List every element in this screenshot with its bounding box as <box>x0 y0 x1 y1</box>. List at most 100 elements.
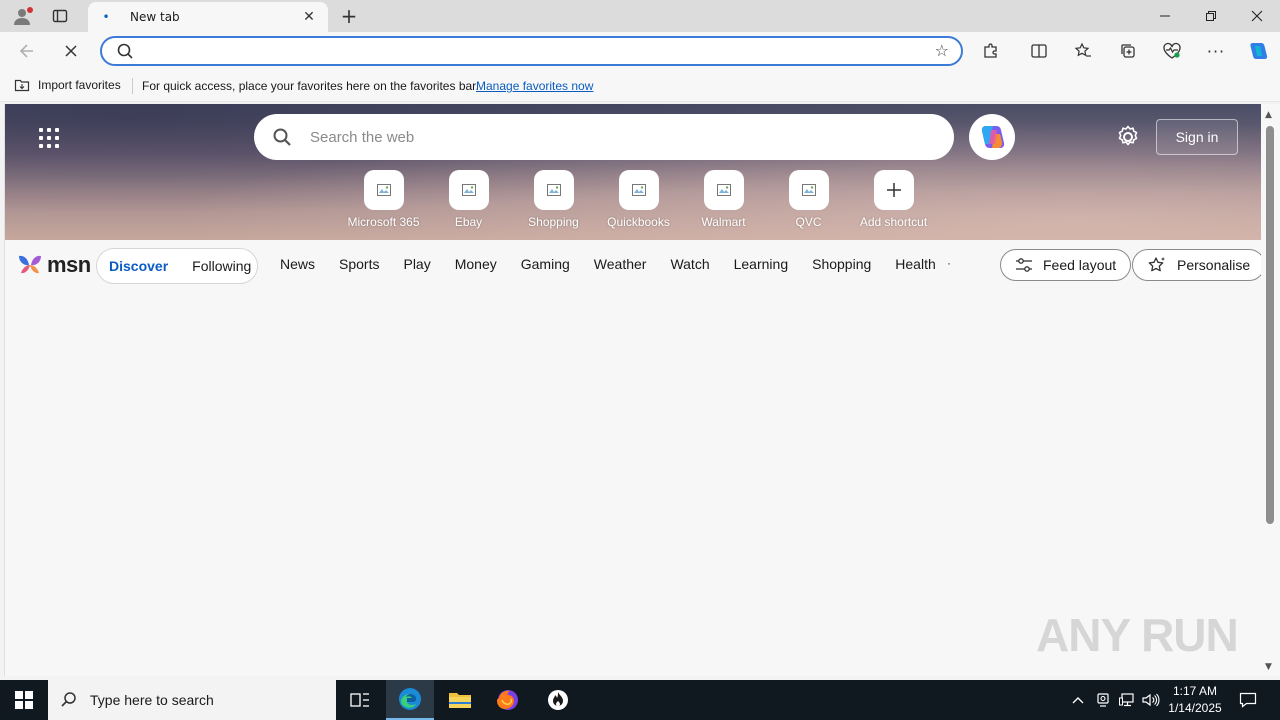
taskbar-clock[interactable]: 1:17 AM 1/14/2025 <box>1166 683 1224 717</box>
restore-button[interactable] <box>1188 0 1234 32</box>
back-arrow-icon <box>19 44 33 58</box>
manage-favorites-link[interactable]: Manage favorites now <box>476 79 593 93</box>
shortcut-ebay[interactable]: Ebay <box>426 170 511 229</box>
vertical-scrollbar[interactable]: ▲ ▼ <box>1261 104 1280 676</box>
extensions-button[interactable] <box>976 36 1006 66</box>
collections-button[interactable] <box>1113 36 1143 66</box>
new-tab-button[interactable]: + <box>336 4 362 28</box>
taskbar-file-explorer[interactable] <box>436 680 484 720</box>
address-input[interactable] <box>142 41 902 61</box>
add-shortcut-button[interactable]: Add shortcut <box>851 170 936 229</box>
nav-play[interactable]: Play <box>403 256 430 272</box>
nav-news[interactable]: News <box>280 256 315 272</box>
network-icon <box>1119 693 1134 707</box>
minimize-button[interactable] <box>1142 0 1188 32</box>
butterfly-icon <box>19 255 41 274</box>
task-view-button[interactable] <box>336 680 384 720</box>
settings-more-button[interactable]: ··· <box>1201 36 1231 66</box>
shortcut-label: Quickbooks <box>607 215 670 229</box>
nav-money[interactable]: Money <box>455 256 497 272</box>
tab-following[interactable]: Following <box>192 258 251 274</box>
shortcut-quickbooks[interactable]: Quickbooks <box>596 170 681 229</box>
nav-watch[interactable]: Watch <box>670 256 709 272</box>
start-button[interactable] <box>0 680 48 720</box>
profile-button[interactable] <box>8 4 36 28</box>
shortcut-qvc[interactable]: QVC <box>766 170 851 229</box>
tray-volume-button[interactable] <box>1140 680 1162 720</box>
address-bar[interactable]: ☆ <box>100 36 963 66</box>
speaker-icon <box>1142 693 1160 707</box>
msn-nav-bar: msn Discover Following News Sports Play … <box>5 240 1261 290</box>
gear-icon[interactable] <box>1115 124 1141 150</box>
folder-icon <box>449 693 471 708</box>
nav-health[interactable]: Health <box>895 256 935 272</box>
nav-weather[interactable]: Weather <box>594 256 647 272</box>
tab-new-tab[interactable]: • New tab ✕ <box>88 2 328 32</box>
puzzle-icon <box>984 43 997 58</box>
tray-network-button[interactable] <box>1116 680 1138 720</box>
nav-learning[interactable]: Learning <box>734 256 789 272</box>
scroll-up-icon[interactable]: ▲ <box>1265 110 1272 120</box>
show-hidden-icons-button[interactable] <box>1066 680 1090 720</box>
clock-date: 1/14/2025 <box>1168 701 1222 715</box>
tray-people-button[interactable] <box>1092 680 1114 720</box>
collections-icon <box>1121 44 1135 58</box>
action-center-button[interactable] <box>1234 680 1262 720</box>
personalise-label: Personalise <box>1177 257 1251 273</box>
scroll-down-icon[interactable]: ▼ <box>1265 662 1272 672</box>
browser-toolbar: ☆ ··· <box>0 32 1280 70</box>
favorite-star-icon[interactable]: ☆ <box>935 41 949 60</box>
browser-essentials-button[interactable] <box>1157 36 1187 66</box>
feed-layout-label: Feed layout <box>1043 257 1117 273</box>
search-icon <box>117 43 133 59</box>
more-categories-icon[interactable]: · <box>947 256 951 270</box>
close-window-button[interactable] <box>1234 0 1280 32</box>
broken-image-icon <box>546 184 561 196</box>
web-search-input[interactable] <box>310 126 910 148</box>
nav-gaming[interactable]: Gaming <box>521 256 570 272</box>
windows-taskbar: Type here to search 1:17 AM 1/14/2025 <box>0 680 1280 720</box>
app-launcher-icon[interactable] <box>39 128 59 148</box>
taskbar-app[interactable] <box>534 680 582 720</box>
back-button[interactable] <box>12 36 42 66</box>
loading-icon: • <box>102 10 110 24</box>
split-screen-button[interactable] <box>1024 36 1054 66</box>
broken-image-icon <box>801 184 816 196</box>
personalise-button[interactable]: Personalise <box>1132 249 1261 281</box>
scroll-thumb[interactable] <box>1266 126 1274 524</box>
shortcut-tile <box>363 170 404 210</box>
close-tab-icon[interactable]: ✕ <box>300 8 318 26</box>
nav-sports[interactable]: Sports <box>339 256 379 272</box>
sign-in-button[interactable]: Sign in <box>1156 119 1238 155</box>
msn-logo-text: msn <box>47 252 91 277</box>
taskbar-edge[interactable] <box>386 680 434 720</box>
tab-actions-button[interactable] <box>46 4 74 28</box>
title-bar: • New tab ✕ + <box>0 0 1280 32</box>
favorites-button[interactable] <box>1068 36 1098 66</box>
broken-image-icon <box>376 184 391 196</box>
web-search-box[interactable] <box>254 114 954 160</box>
divider <box>132 78 133 94</box>
import-favorites-label: Import favorites <box>38 78 121 92</box>
feed-layout-button[interactable]: Feed layout <box>1000 249 1132 281</box>
shortcut-shopping[interactable]: Shopping <box>511 170 596 229</box>
shortcut-label: Ebay <box>454 215 483 229</box>
shortcut-label: Microsoft 365 <box>347 215 420 229</box>
star-sparkle-icon <box>1148 257 1165 272</box>
shortcut-walmart[interactable]: Walmart <box>681 170 766 229</box>
taskbar-firefox[interactable] <box>484 680 532 720</box>
shortcut-microsoft-365[interactable]: Microsoft 365 <box>341 170 426 229</box>
windows-logo-icon <box>15 691 33 709</box>
sliders-icon <box>1016 258 1032 272</box>
task-view-icon <box>350 693 369 707</box>
tab-discover[interactable]: Discover <box>109 258 168 274</box>
import-favorites-button[interactable]: Import favorites <box>14 78 121 92</box>
taskbar-search[interactable]: Type here to search <box>48 680 336 720</box>
copilot-hero-button[interactable] <box>969 114 1015 160</box>
nav-shopping[interactable]: Shopping <box>812 256 871 272</box>
feed-tab-pill: Discover Following <box>96 248 258 284</box>
shortcut-tile <box>533 170 574 210</box>
stop-loading-button[interactable] <box>56 36 86 66</box>
copilot-button[interactable] <box>1243 36 1273 66</box>
msn-logo[interactable]: msn <box>17 252 91 278</box>
